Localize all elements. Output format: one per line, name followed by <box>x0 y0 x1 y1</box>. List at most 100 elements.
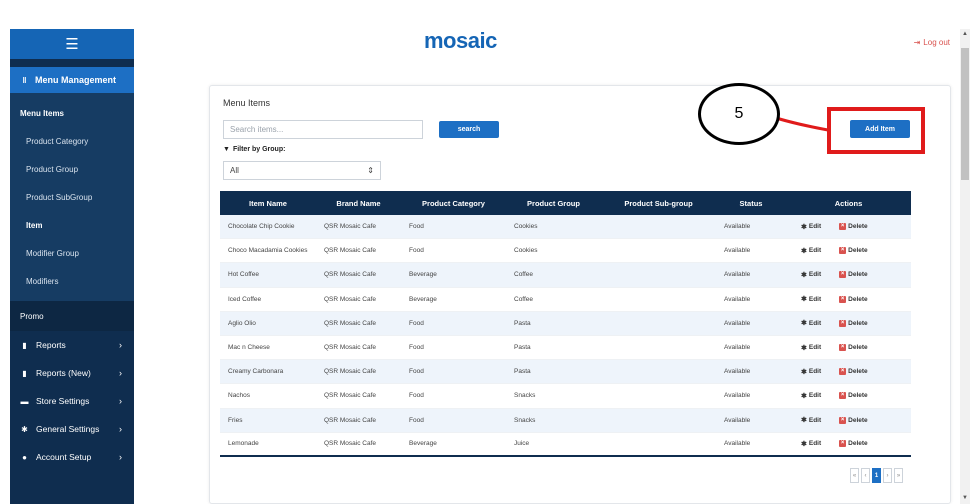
column-header: Brand Name <box>336 198 381 208</box>
edit-button[interactable]: ✱ Edit <box>801 440 821 448</box>
sidebar-item-general-settings[interactable]: ✱ General Settings › <box>10 415 134 443</box>
mosaic-logo[interactable]: mosaic <box>424 28 497 54</box>
column-header: Product Group <box>527 198 580 208</box>
delete-button[interactable]: × Delete <box>839 271 868 279</box>
edit-button[interactable]: ✱ Edit <box>801 416 822 425</box>
sidebar-item-menu-management[interactable]: ǁ Menu Management <box>10 67 134 93</box>
store-icon: ▬ <box>20 396 29 406</box>
report-icon: ▮ <box>22 368 27 378</box>
cell-brand-name: QSR Mosaic Cafe <box>324 223 377 231</box>
logout-label: Log out <box>923 38 950 47</box>
report-icon: ▮ <box>22 340 27 350</box>
delete-button[interactable]: × Delete <box>839 344 868 352</box>
cell-brand-name: QSR Mosaic Cafe <box>324 440 377 448</box>
cell-product-group: Cookies <box>514 247 538 255</box>
table-row: Nachos QSR Mosaic Cafe Food Snacks Available… <box>220 384 911 409</box>
edit-button[interactable]: ✱ Edit <box>801 392 821 400</box>
pagination-last[interactable]: » <box>894 468 903 483</box>
cell-brand-name: QSR Mosaic Cafe <box>324 271 377 279</box>
cell-brand-name: QSR Mosaic Cafe <box>324 416 377 424</box>
submenu-item-item[interactable]: Item <box>10 211 134 239</box>
submenu-item-modifier-group[interactable]: Modifier Group <box>10 239 134 267</box>
scroll-up-icon[interactable]: ▲ <box>962 31 968 37</box>
cell-product-category: Beverage <box>409 271 437 279</box>
cell-status: Available <box>724 416 751 424</box>
edit-label: Edit <box>808 247 822 255</box>
delete-button[interactable]: × Delete <box>839 416 868 424</box>
pagination-first[interactable]: « <box>850 468 859 483</box>
sidebar-item-store-settings[interactable]: ▬ Store Settings › <box>10 387 134 415</box>
cell-status: Available <box>724 392 751 400</box>
chevron-right-icon: › <box>119 396 122 406</box>
gear-icon: ✱ <box>801 440 807 448</box>
delete-label: Delete <box>848 392 868 400</box>
cell-product-group: Snacks <box>514 392 536 400</box>
edit-label: Edit <box>808 368 822 376</box>
search-input[interactable]: Search items... <box>223 120 423 139</box>
delete-button[interactable]: × Delete <box>839 392 868 400</box>
logout-link[interactable]: ⇥ Log out <box>914 38 950 47</box>
delete-button[interactable]: × Delete <box>839 223 868 231</box>
cell-brand-name: QSR Mosaic Cafe <box>324 368 377 376</box>
edit-label: Edit <box>808 416 822 424</box>
cell-product-category: Food <box>409 344 424 352</box>
pagination-prev[interactable]: ‹ <box>861 468 870 483</box>
delete-button[interactable]: × Delete <box>839 368 868 376</box>
cell-product-category: Beverage <box>409 440 437 448</box>
sidebar-item-reports-new[interactable]: ▮ Reports (New) › <box>10 359 134 387</box>
group-filter-select[interactable]: All ⇕ <box>223 161 381 180</box>
cell-item-name: Chocolate Chip Cookie <box>228 223 295 231</box>
filter-label-text: Filter by Group: <box>232 146 286 153</box>
edit-button[interactable]: ✱ Edit <box>801 247 821 255</box>
hamburger-menu-icon[interactable]: ☰ <box>10 29 134 59</box>
sidebar-item-promo[interactable]: Promo <box>10 301 134 331</box>
edit-button[interactable]: ✱ Edit <box>801 319 822 328</box>
scroll-down-icon[interactable]: ▼ <box>962 495 968 501</box>
items-table: Item Name Brand Name Product Category Pr… <box>220 191 911 457</box>
delete-label: Delete <box>848 368 868 376</box>
delete-label: Delete <box>848 344 868 352</box>
submenu-item-product-category[interactable]: Product Category <box>10 127 134 155</box>
cell-actions: ✱ Edit × Delete <box>786 223 911 231</box>
cell-actions: ✱ Edit × Delete <box>786 247 911 255</box>
sidebar: ☰ ǁ Menu Management Menu Items Product C… <box>10 29 134 504</box>
edit-label: Edit <box>808 319 822 327</box>
search-button[interactable]: search <box>439 121 499 138</box>
edit-button[interactable]: ✱ Edit <box>801 271 821 279</box>
trash-icon: × <box>839 344 847 352</box>
delete-button[interactable]: × Delete <box>839 247 868 255</box>
delete-button[interactable]: × Delete <box>839 440 868 448</box>
submenu-item-modifiers[interactable]: Modifiers <box>10 267 134 295</box>
cell-actions: ✱ Edit × Delete <box>786 344 911 352</box>
edit-button[interactable]: ✱ Edit <box>801 368 821 376</box>
column-header: Item Name <box>249 198 287 208</box>
cell-brand-name: QSR Mosaic Cafe <box>324 392 377 400</box>
chevron-right-icon: › <box>119 452 122 462</box>
submenu-item-menu-items[interactable]: Menu Items <box>10 99 134 127</box>
submenu-item-product-subgroup[interactable]: Product SubGroup <box>10 183 134 211</box>
trash-icon: × <box>839 440 847 448</box>
edit-button[interactable]: ✱ Edit <box>801 223 821 231</box>
filter-selected-value: All <box>230 166 239 175</box>
delete-label: Delete <box>848 247 868 255</box>
edit-button[interactable]: ✱ Edit <box>801 295 821 304</box>
sidebar-item-account-setup[interactable]: ● Account Setup › <box>10 443 134 471</box>
cell-product-category: Food <box>409 223 424 231</box>
cell-product-group: Coffee <box>514 271 534 279</box>
gear-icon: ✱ <box>801 392 807 400</box>
cell-actions: ✱ Edit × Delete <box>786 416 911 424</box>
table-row: Mac n Cheese QSR Mosaic Cafe Food Pasta Avai… <box>220 336 911 361</box>
gear-icon: ✱ <box>801 247 807 255</box>
delete-button[interactable]: × Delete <box>839 319 868 327</box>
sidebar-item-reports[interactable]: ▮ Reports › <box>10 331 134 359</box>
table-row: Choco Macadamia Cookies QSR Mosaic Cafe Fo… <box>220 239 911 264</box>
submenu-item-product-group[interactable]: Product Group <box>10 155 134 183</box>
edit-button[interactable]: ✱ Edit <box>801 344 821 352</box>
delete-button[interactable]: × Delete <box>839 295 868 303</box>
pagination-next[interactable]: › <box>883 468 892 483</box>
cell-actions: ✱ Edit × Delete <box>786 392 911 400</box>
pagination-page[interactable]: 1 <box>872 468 881 483</box>
chevron-right-icon: › <box>119 340 122 350</box>
gear-icon: ✱ <box>801 368 807 376</box>
scrollbar-thumb[interactable] <box>961 48 969 180</box>
